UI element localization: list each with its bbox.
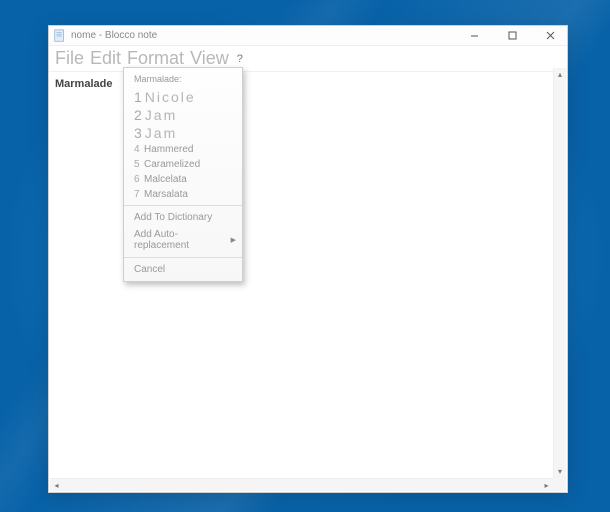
suggestion-item[interactable]: 4 Hammered (124, 142, 242, 157)
document-text: Marmalade (55, 78, 112, 90)
scroll-down-icon[interactable]: ▾ (554, 465, 566, 478)
cancel-label: Cancel (134, 264, 165, 275)
maximize-button[interactable] (499, 28, 525, 44)
menu-separator (124, 257, 242, 258)
close-button[interactable] (537, 28, 563, 44)
suggestion-number: 3 (134, 125, 142, 141)
window-title: nome - Blocco note (71, 30, 461, 41)
menu-file[interactable]: File (55, 48, 84, 69)
suggestion-label: Malcelata (144, 174, 187, 185)
suggestion-item[interactable]: 5 Caramelized (124, 157, 242, 172)
chevron-right-icon: ▶ (231, 236, 236, 244)
titlebar[interactable]: nome - Blocco note (49, 26, 567, 46)
suggestion-item[interactable]: 6 Malcelata (124, 172, 242, 187)
menu-edit[interactable]: Edit (90, 48, 121, 69)
suggestion-number: 5 (134, 159, 141, 170)
context-menu-header: Marmalade: (124, 71, 242, 88)
suggestion-number: 4 (134, 144, 141, 155)
minimize-button[interactable] (461, 28, 487, 44)
suggestion-item[interactable]: 7 Marsalata (124, 187, 242, 202)
suggestion-number: 2 (134, 107, 142, 123)
scroll-right-icon[interactable]: ▸ (540, 479, 553, 491)
suggestion-item[interactable]: 3 Jam (124, 124, 242, 142)
menu-help[interactable]: ? (237, 53, 243, 65)
suggestion-number: 1 (134, 89, 142, 105)
menu-format[interactable]: Format (127, 48, 184, 69)
suggestion-number: 7 (134, 189, 141, 200)
scroll-up-icon[interactable]: ▴ (554, 68, 566, 81)
add-dictionary-label: Add To Dictionary (134, 212, 212, 223)
scroll-left-icon[interactable]: ◂ (50, 479, 63, 491)
scrollbar-corner (553, 478, 566, 491)
suggestion-label: Marsalata (144, 189, 188, 200)
add-auto-label: Add Auto-replacement (134, 229, 232, 251)
add-to-dictionary[interactable]: Add To Dictionary (124, 209, 242, 226)
add-auto-replacement[interactable]: Add Auto-replacement ▶ (124, 226, 242, 254)
suggestion-number: 6 (134, 174, 141, 185)
app-icon (53, 29, 67, 43)
horizontal-scrollbar[interactable]: ◂ ▸ (50, 478, 553, 491)
suggestion-label: Nicole (145, 89, 196, 105)
menu-separator (124, 205, 242, 206)
vertical-scrollbar[interactable]: ▴ ▾ (553, 68, 566, 478)
spellcheck-context-menu: Marmalade: 1 Nicole 2 Jam 3 Jam 4 Hammer… (123, 67, 243, 282)
suggestion-label: Hammered (144, 144, 193, 155)
menu-view[interactable]: View (190, 48, 229, 69)
suggestion-label: Jam (145, 107, 177, 123)
suggestion-item[interactable]: 2 Jam (124, 106, 242, 124)
suggestion-label: Jam (145, 125, 177, 141)
window-controls (461, 28, 563, 44)
cancel-menu-item[interactable]: Cancel (124, 261, 242, 278)
suggestion-label: Caramelized (144, 159, 200, 170)
suggestion-item[interactable]: 1 Nicole (124, 88, 242, 106)
